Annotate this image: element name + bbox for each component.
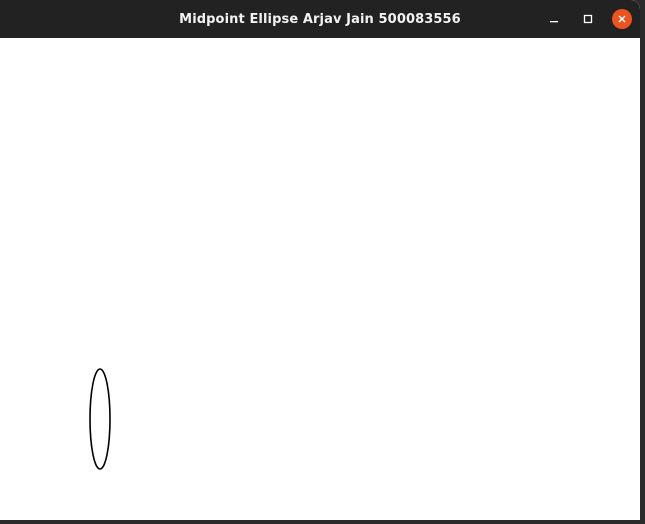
desktop-background-bottom	[0, 520, 645, 524]
minimize-icon	[550, 21, 558, 23]
canvas-svg	[89, 368, 111, 470]
ellipse-shape	[89, 368, 111, 470]
maximize-icon	[583, 14, 593, 24]
desktop-background-right	[640, 0, 645, 524]
app-window: Midpoint Ellipse Arjav Jain 500083556	[0, 0, 640, 520]
close-icon	[618, 15, 626, 23]
minimize-button[interactable]	[544, 9, 564, 29]
maximize-button[interactable]	[578, 9, 598, 29]
close-button[interactable]	[612, 9, 632, 29]
title-bar[interactable]: Midpoint Ellipse Arjav Jain 500083556	[0, 0, 640, 38]
drawing-canvas	[0, 38, 640, 520]
